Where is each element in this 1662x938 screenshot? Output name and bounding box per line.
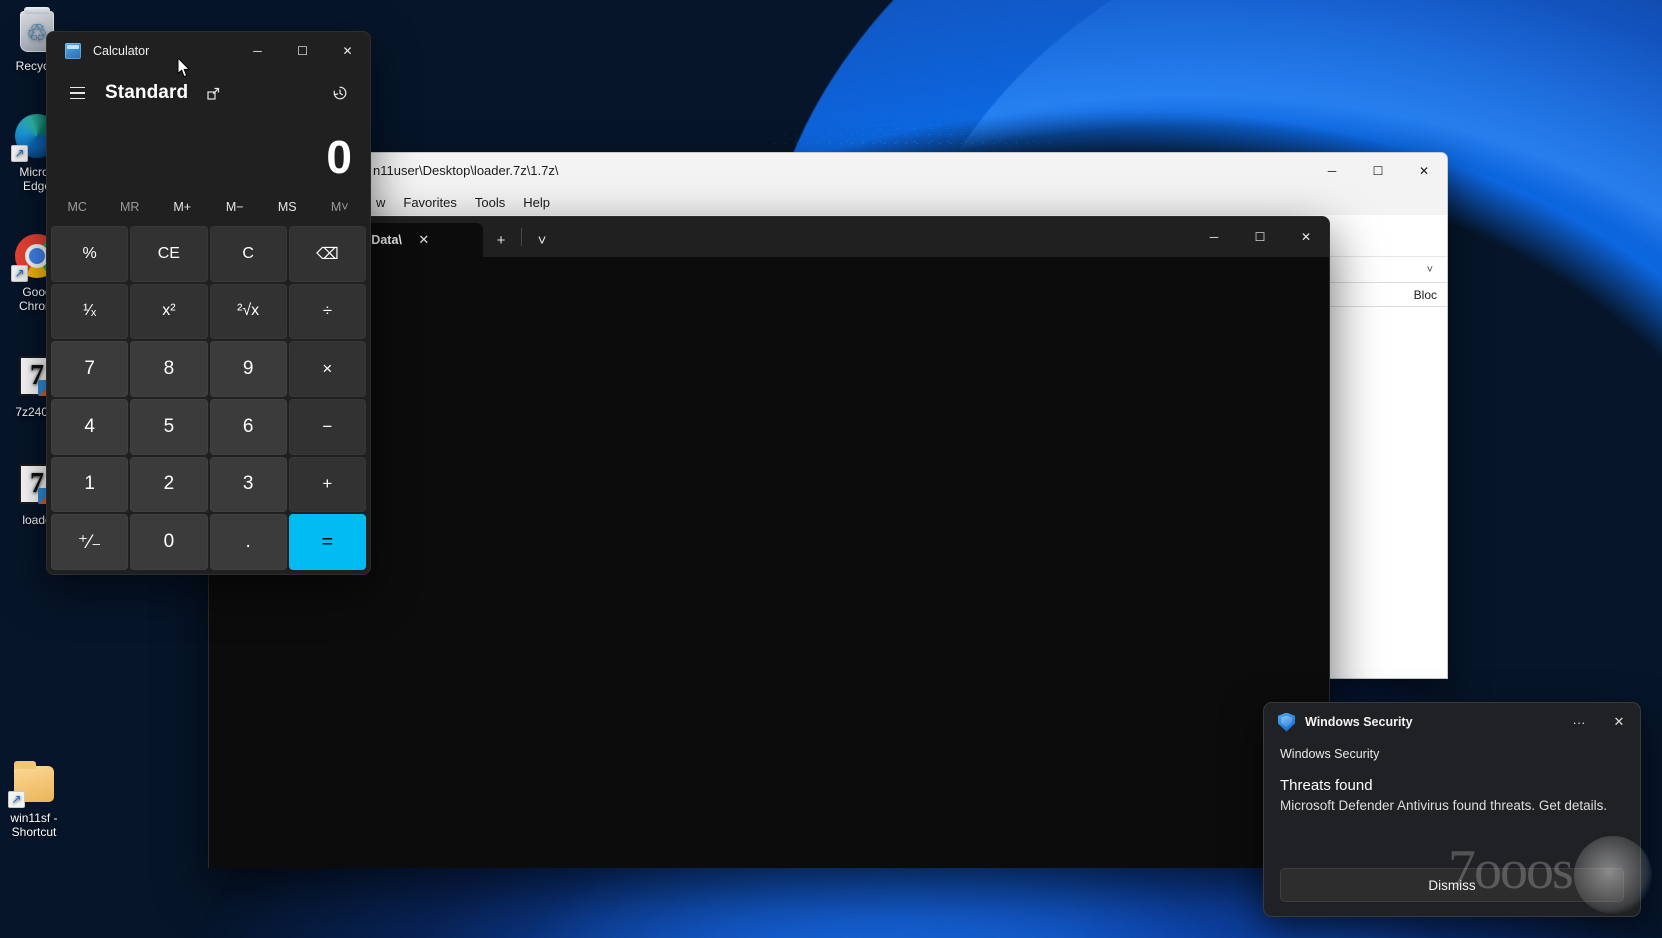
history-icon[interactable] — [324, 77, 356, 109]
mouse-cursor — [177, 56, 191, 79]
calculator-minimize-button[interactable]: ─ — [235, 32, 280, 70]
calculator-app-icon — [65, 43, 81, 59]
calculator-title-bar[interactable]: Calculator ─ ☐ ✕ — [47, 32, 370, 70]
toast-title: Threats found — [1280, 777, 1373, 794]
close-icon[interactable]: ✕ — [1604, 708, 1634, 736]
menu-item-tools[interactable]: Tools — [466, 192, 514, 213]
key-seven[interactable]: 7 — [51, 341, 129, 397]
terminal-window-controls[interactable]: ─ ☐ ✕ — [1191, 217, 1329, 257]
shortcut-arrow-icon: ↗ — [11, 145, 28, 162]
calculator-title: Calculator — [93, 44, 150, 58]
toast-header: Windows Security ··· ✕ — [1264, 703, 1640, 741]
column-header-block[interactable]: Bloc — [1414, 288, 1437, 302]
terminal-maximize-button[interactable]: ☐ — [1237, 217, 1283, 257]
key-four[interactable]: 4 — [51, 399, 129, 455]
key-percent[interactable]: % — [51, 226, 129, 282]
sevenzip-title-bar[interactable]: n11user\Desktop\loader.7z\1.7z\ ─ ☐ ✕ — [359, 153, 1447, 189]
chevron-down-icon[interactable]: ˅ — [524, 223, 560, 257]
key-eight[interactable]: 8 — [130, 341, 208, 397]
key-five[interactable]: 5 — [130, 399, 208, 455]
shield-icon — [1278, 712, 1295, 732]
key-negate[interactable]: ⁺⁄₋ — [51, 514, 129, 570]
key-clear[interactable]: C — [209, 226, 287, 282]
memory-button-m-plus[interactable]: M+ — [156, 193, 209, 221]
menu-item-help[interactable]: Help — [514, 192, 559, 213]
key-decimal[interactable]: . — [209, 514, 287, 570]
toast-app-name: Windows Security — [1305, 715, 1413, 729]
keep-on-top-icon[interactable] — [200, 80, 226, 106]
sevenzip-title: n11user\Desktop\loader.7z\1.7z\ — [373, 163, 559, 178]
windows-security-toast[interactable]: Windows Security ··· ✕ Windows Security … — [1263, 702, 1641, 917]
terminal-close-button[interactable]: ✕ — [1283, 217, 1329, 257]
key-square[interactable]: x² — [130, 283, 208, 340]
key-subtract[interactable]: − — [288, 399, 366, 455]
folder-icon: ↗ — [8, 758, 58, 808]
key-divide[interactable]: ÷ — [288, 283, 366, 340]
key-multiply[interactable]: × — [288, 341, 366, 397]
chevron-down-icon[interactable]: ˅ — [1419, 264, 1441, 276]
memory-button-m-dropdown[interactable]: M˅ — [314, 193, 367, 221]
key-equals[interactable]: = — [288, 514, 366, 570]
menu-item-view[interactable]: w — [367, 192, 394, 213]
key-two[interactable]: 2 — [130, 456, 208, 513]
memory-button-mr[interactable]: MR — [104, 193, 157, 221]
key-backspace[interactable]: ⌫ — [288, 226, 366, 282]
key-zero[interactable]: 0 — [130, 514, 208, 570]
more-options-icon[interactable]: ··· — [1564, 708, 1594, 736]
calculator-maximize-button[interactable]: ☐ — [280, 32, 325, 70]
navigation-menu-icon[interactable] — [61, 77, 93, 109]
desktop-icon-win11sf-shortcut[interactable]: ↗ win11sf - Shortcut — [0, 758, 77, 839]
terminal-tab-strip[interactable]: AppData\ ✕ + ˅ ─ ☐ ✕ — [209, 217, 1329, 257]
desktop-icon-label: win11sf - Shortcut — [10, 811, 58, 839]
terminal-window[interactable]: AppData\ ✕ + ˅ ─ ☐ ✕ — [208, 216, 1330, 868]
calculator-mode-title: Standard — [105, 82, 189, 103]
calculator-memory-row[interactable]: MC MR M+ M− MS M˅ — [47, 190, 370, 224]
key-one[interactable]: 1 — [51, 456, 129, 513]
key-reciprocal[interactable]: ¹⁄ₓ — [51, 283, 129, 340]
key-nine[interactable]: 9 — [209, 341, 287, 397]
shortcut-arrow-icon: ↗ — [11, 265, 28, 282]
terminal-minimize-button[interactable]: ─ — [1191, 217, 1237, 257]
toast-message: Microsoft Defender Antivirus found threa… — [1280, 798, 1608, 813]
divider — [521, 228, 522, 246]
sevenzip-menu-bar[interactable]: w Favorites Tools Help — [359, 189, 1447, 215]
calculator-mode-bar[interactable]: Standard — [47, 70, 370, 116]
key-three[interactable]: 3 — [209, 456, 287, 513]
calculator-window[interactable]: Calculator ─ ☐ ✕ Standard 0 MC MR M+ M− — [46, 31, 371, 575]
toast-body: Windows Security Threats found Microsoft… — [1264, 741, 1640, 815]
toast-source: Windows Security — [1280, 747, 1380, 761]
sevenzip-maximize-button[interactable]: ☐ — [1355, 153, 1401, 189]
memory-button-ms[interactable]: MS — [261, 193, 314, 221]
memory-button-mc[interactable]: MC — [51, 193, 104, 221]
key-add[interactable]: + — [288, 456, 366, 513]
menu-item-favorites[interactable]: Favorites — [394, 192, 465, 213]
calculator-display: 0 — [326, 131, 352, 183]
close-icon[interactable]: ✕ — [412, 228, 436, 252]
memory-button-m-minus[interactable]: M− — [209, 193, 262, 221]
key-six[interactable]: 6 — [209, 399, 287, 455]
calculator-keypad[interactable]: % CE C ⌫ ¹⁄ₓ x² ²√x ÷ 7 8 9 × 4 5 6 − 1 … — [47, 224, 370, 574]
terminal-output[interactable] — [209, 257, 1329, 868]
sevenzip-close-button[interactable]: ✕ — [1401, 153, 1447, 189]
shortcut-arrow-icon: ↗ — [8, 791, 25, 808]
sevenzip-minimize-button[interactable]: ─ — [1309, 153, 1355, 189]
calculator-close-button[interactable]: ✕ — [325, 32, 370, 70]
key-clear-entry[interactable]: CE — [130, 226, 208, 282]
key-square-root[interactable]: ²√x — [209, 283, 287, 340]
new-tab-button[interactable]: + — [483, 223, 519, 257]
dismiss-button[interactable]: Dismiss — [1280, 868, 1624, 902]
